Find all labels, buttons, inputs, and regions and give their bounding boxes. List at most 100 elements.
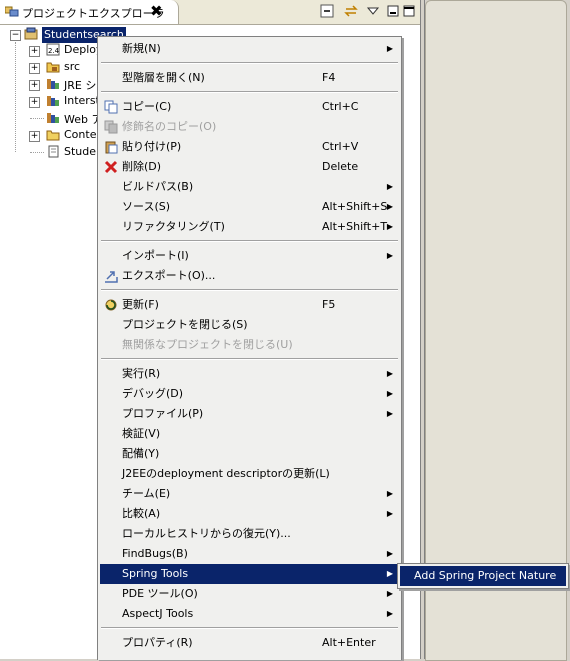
menu-separator <box>101 240 398 242</box>
menu-item-label: リファクタリング(T) <box>122 220 225 233</box>
expand-toggle[interactable]: + <box>29 80 40 91</box>
menu-item-label: 更新(F) <box>122 298 159 311</box>
submenu-arrow-icon: ▶ <box>386 182 393 191</box>
menu-item-aspectj-tools[interactable]: AspectJ Tools ▶ <box>100 604 399 624</box>
menu-item-label: 修飾名のコピー(O) <box>122 120 217 133</box>
paste-icon <box>105 141 118 154</box>
view-title: プロジェクトエクスプローラ <box>22 7 165 20</box>
menu-item-findbugs[interactable]: FindBugs(B) ▶ <box>100 544 399 564</box>
menu-item-label: J2EEのdeployment descriptorの更新(L) <box>122 467 330 480</box>
menu-item-run[interactable]: 実行(R) ▶ <box>100 364 399 384</box>
menu-item-label: プロジェクトを閉じる(S) <box>122 318 248 331</box>
menu-separator <box>101 91 398 93</box>
menu-item-label: 実行(R) <box>122 367 161 380</box>
menu-item-accel: Alt+Shift+T <box>322 220 388 233</box>
submenu-arrow-icon: ▶ <box>386 222 393 231</box>
tree-item-label[interactable]: Conte <box>64 128 96 141</box>
menu-separator <box>101 627 398 629</box>
submenu-arrow-icon: ▶ <box>386 509 393 518</box>
menu-item-profile[interactable]: プロファイル(P) ▶ <box>100 404 399 424</box>
tree-item-label[interactable]: Interst <box>64 94 100 107</box>
menu-item-team[interactable]: チーム(E) ▶ <box>100 484 399 504</box>
submenu-arrow-icon: ▶ <box>386 44 393 53</box>
collapse-toggle[interactable]: − <box>10 30 21 41</box>
menu-item-refresh[interactable]: 更新(F) F5 <box>100 295 399 315</box>
menu-item-restore-local-history[interactable]: ローカルヒストリからの復元(Y)... <box>100 524 399 544</box>
menu-item-label: 新規(N) <box>122 42 161 55</box>
menu-item-label: 配備(Y) <box>122 447 160 460</box>
menu-item-close-project[interactable]: プロジェクトを閉じる(S) <box>100 315 399 335</box>
menu-item-new[interactable]: 新規(N) ▶ <box>100 39 399 59</box>
maximize-icon[interactable] <box>402 4 416 18</box>
menu-item-accel: Alt+Enter <box>322 636 376 649</box>
view-menu-icon[interactable] <box>366 4 380 18</box>
menu-item-paste[interactable]: 貼り付け(P) Ctrl+V <box>100 137 399 157</box>
link-with-editor-icon[interactable] <box>344 4 358 18</box>
minimize-icon[interactable] <box>386 4 400 18</box>
menu-item-label: ソース(S) <box>122 200 171 213</box>
expand-toggle[interactable]: + <box>29 97 40 108</box>
menu-item-label: Add Spring Project Nature <box>414 569 557 582</box>
menu-item-close-unrelated-projects[interactable]: 無関係なプロジェクトを閉じる(U) <box>100 335 399 355</box>
menu-item-accel: F4 <box>322 71 336 84</box>
menu-separator <box>101 289 398 291</box>
menu-item-accel: Alt+Shift+S <box>322 200 388 213</box>
submenu-arrow-icon: ▶ <box>386 202 393 211</box>
tree-item-label[interactable]: src <box>64 60 80 73</box>
menu-item-label: エクスポート(O)... <box>122 269 216 282</box>
file-icon <box>48 145 59 158</box>
menu-item-label: 型階層を開く(N) <box>122 71 205 84</box>
submenu-arrow-icon: ▶ <box>386 609 393 618</box>
tree-item-label[interactable]: Studer <box>64 145 101 158</box>
menu-item-add-spring-project-nature[interactable]: Add Spring Project Nature <box>400 566 566 586</box>
menu-item-validate[interactable]: 検証(V) <box>100 424 399 444</box>
submenu-arrow-icon: ▶ <box>386 369 393 378</box>
menu-item-build-path[interactable]: ビルドパス(B) ▶ <box>100 177 399 197</box>
submenu-arrow-icon: ▶ <box>386 409 393 418</box>
menu-item-label: 無関係なプロジェクトを閉じる(U) <box>122 338 293 351</box>
menu-item-label: 比較(A) <box>122 507 161 520</box>
menu-item-delete[interactable]: 削除(D) Delete <box>100 157 399 177</box>
submenu-arrow-icon: ▶ <box>386 569 393 578</box>
copy-icon <box>104 100 118 114</box>
menu-item-accel: Ctrl+C <box>322 100 359 113</box>
svg-text:2.4: 2.4 <box>48 47 60 55</box>
menu-item-label: FindBugs(B) <box>122 547 188 560</box>
menu-item-source[interactable]: ソース(S) Alt+Shift+S ▶ <box>100 197 399 217</box>
menu-item-import[interactable]: インポート(I) ▶ <box>100 246 399 266</box>
menu-item-copy[interactable]: コピー(C) Ctrl+C <box>100 97 399 117</box>
menu-item-copy-qualified-name[interactable]: 修飾名のコピー(O) <box>100 117 399 137</box>
menu-item-label: プロパティ(R) <box>122 636 193 649</box>
project-explorer-icon <box>5 6 19 17</box>
editor-area <box>424 0 570 661</box>
menu-item-compare[interactable]: 比較(A) ▶ <box>100 504 399 524</box>
submenu-arrow-icon: ▶ <box>386 389 393 398</box>
menu-item-debug[interactable]: デバッグ(D) ▶ <box>100 384 399 404</box>
collapse-all-icon[interactable] <box>320 4 334 18</box>
tab-project-explorer[interactable]: プロジェクトエクスプローラ ✖ <box>0 0 179 24</box>
close-icon[interactable]: ✖ <box>150 2 163 20</box>
expand-toggle[interactable]: + <box>29 131 40 142</box>
expand-toggle[interactable]: + <box>29 63 40 74</box>
menu-item-pde-tools[interactable]: PDE ツール(O) ▶ <box>100 584 399 604</box>
delete-icon <box>104 160 118 174</box>
library-icon <box>47 113 59 123</box>
deployment-descriptor-icon: 2.4 <box>46 43 60 56</box>
menu-item-label: PDE ツール(O) <box>122 587 198 600</box>
menu-item-open-type-hierarchy[interactable]: 型階層を開く(N) F4 <box>100 68 399 88</box>
menu-item-label: Spring Tools <box>122 567 189 580</box>
menu-item-spring-tools[interactable]: Spring Tools ▶ <box>100 564 399 584</box>
expand-toggle[interactable]: + <box>29 46 40 57</box>
menu-item-refactor[interactable]: リファクタリング(T) Alt+Shift+T ▶ <box>100 217 399 237</box>
menu-item-label: インポート(I) <box>122 249 189 262</box>
menu-item-update-j2ee-dd[interactable]: J2EEのdeployment descriptorの更新(L) <box>100 464 399 484</box>
tree-guide-line <box>30 152 44 153</box>
folder-icon <box>46 130 60 141</box>
menu-item-export[interactable]: エクスポート(O)... <box>100 266 399 286</box>
tree-item-label[interactable]: JRE シ <box>64 77 96 93</box>
tree-guide-line <box>15 42 16 152</box>
spring-tools-submenu: Add Spring Project Nature <box>397 563 569 589</box>
menu-item-deploy[interactable]: 配備(Y) <box>100 444 399 464</box>
menu-item-label: コピー(C) <box>122 100 172 113</box>
menu-item-properties[interactable]: プロパティ(R) Alt+Enter <box>100 633 399 653</box>
